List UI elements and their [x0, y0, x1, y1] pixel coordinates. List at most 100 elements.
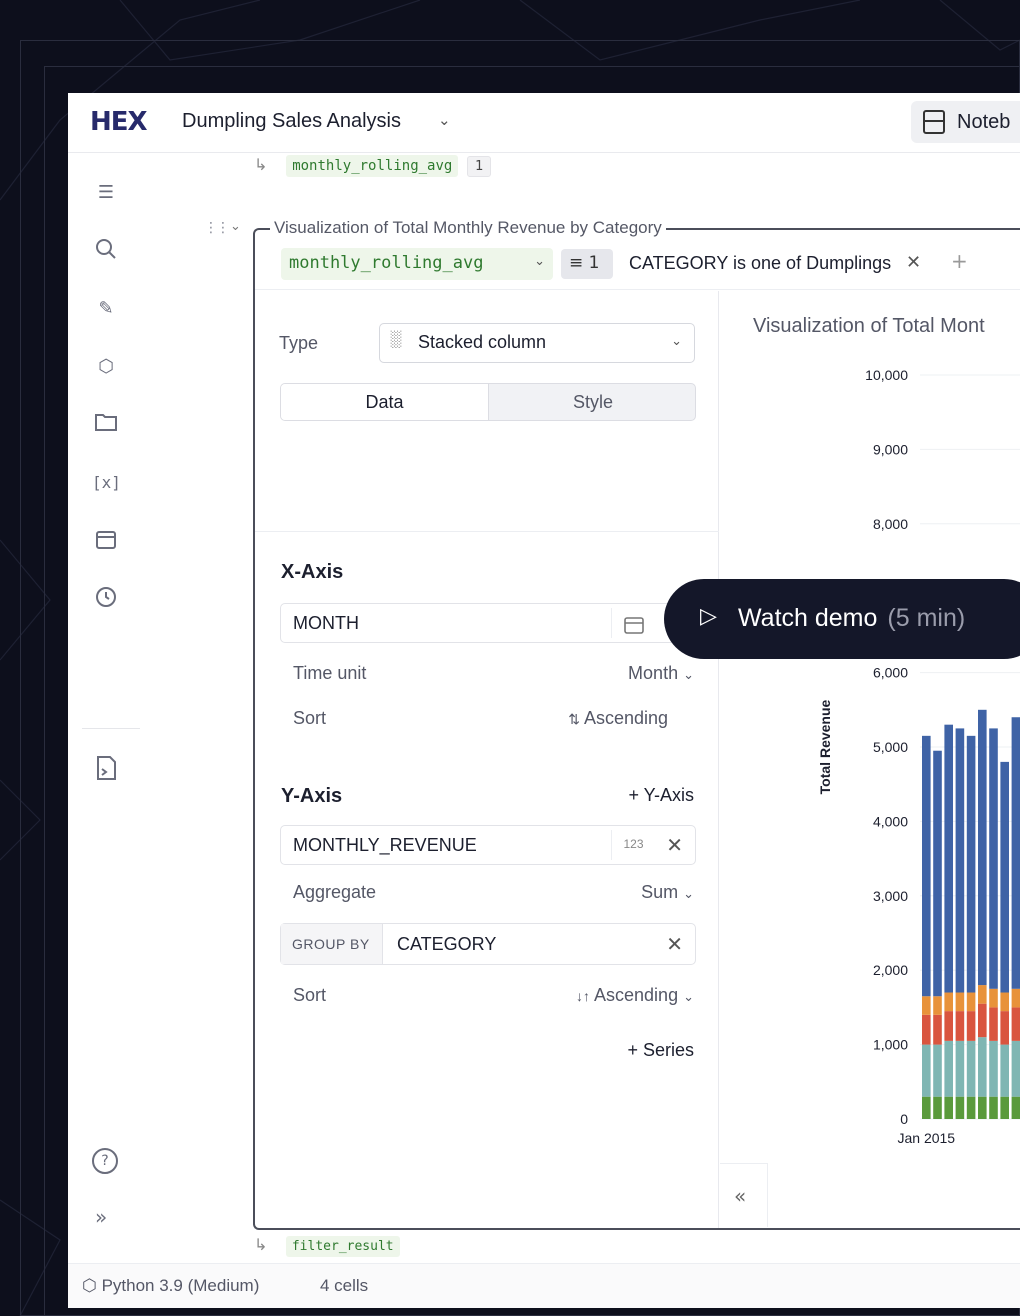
- calendar-glyph: [96, 531, 116, 549]
- double-chevron-left-icon: «: [734, 1184, 747, 1208]
- search-icon[interactable]: [92, 237, 120, 265]
- bar-segment: [978, 1096, 987, 1119]
- collapse-cell-icon[interactable]: ⌄: [230, 219, 241, 234]
- bar-segment: [922, 1096, 931, 1119]
- chevron-down-icon: ⌄: [671, 334, 682, 349]
- chart-title: Visualization of Total Mont: [753, 315, 985, 337]
- bar-segment: [1011, 1040, 1020, 1097]
- bar-segment: [1011, 988, 1020, 1008]
- config-tabs: Data Style: [280, 383, 696, 421]
- filter-count: 1: [588, 253, 600, 273]
- help-icon[interactable]: ?: [92, 1148, 118, 1174]
- y-tick-label: 0: [900, 1111, 908, 1127]
- outline-icon[interactable]: ☰: [92, 179, 120, 207]
- app-builder-icon[interactable]: [92, 755, 120, 783]
- group-by-field[interactable]: GROUP BY CATEGORY ✕: [280, 923, 696, 965]
- time-unit-select[interactable]: Month ⌄: [628, 663, 694, 684]
- expand-sidebar-icon[interactable]: »: [95, 1205, 107, 1229]
- bar-segment: [1000, 761, 1009, 993]
- bar-segment: [989, 728, 998, 989]
- x-axis-field-value: MONTH: [293, 613, 359, 633]
- chevron-down-icon: ⌄: [683, 990, 694, 1005]
- schedule-icon[interactable]: [92, 527, 120, 555]
- variable-chip[interactable]: monthly_rolling_avg: [286, 155, 459, 177]
- stacked-column-icon: ░: [390, 331, 402, 348]
- history-glyph: [96, 587, 116, 607]
- add-y-axis-button[interactable]: + Y-Axis: [628, 785, 694, 806]
- project-title[interactable]: Dumpling Sales Analysis: [182, 110, 401, 133]
- chevron-down-icon: ⌄: [683, 887, 694, 902]
- status-bar: ⬡ Python 3.9 (Medium) 4 cells: [68, 1263, 1020, 1308]
- demo-label: Watch demo: [738, 604, 878, 632]
- variable-chip[interactable]: filter_result: [285, 1236, 400, 1257]
- bar-segment: [989, 1096, 998, 1119]
- bar-segment: [944, 1040, 953, 1097]
- add-series-button[interactable]: + Series: [627, 1040, 694, 1061]
- return-arrow-icon: ↳: [254, 1235, 268, 1254]
- return-arrow-icon: ↳: [254, 155, 268, 174]
- y-axis-label: Total Revenue: [817, 699, 833, 794]
- history-icon[interactable]: [92, 585, 120, 613]
- collapse-config-button[interactable]: «: [720, 1163, 768, 1227]
- header-divider: [255, 289, 1020, 290]
- dataframe-name: monthly_rolling_avg: [289, 253, 484, 273]
- bar-segment: [966, 1011, 976, 1041]
- kernel-env-label: Python 3.9 (Medium): [101, 1276, 260, 1295]
- bar-segment: [978, 1037, 987, 1097]
- chevron-down-icon[interactable]: ⌄: [438, 111, 451, 129]
- x-sort-value: Ascending: [583, 708, 668, 728]
- calendar-glyph: [623, 617, 644, 634]
- dataframe-select[interactable]: monthly_rolling_avg ⌄: [281, 248, 553, 280]
- bar-segment: [978, 709, 987, 986]
- folder-icon[interactable]: [92, 411, 120, 439]
- cell-title[interactable]: Visualization of Total Monthly Revenue b…: [270, 218, 666, 238]
- stacked-column-chart: 0 1,000 2,000 3,000 4,000 5,000 6,000 8,000 9,00…: [817, 367, 1020, 1146]
- bar-segment: [1000, 1011, 1009, 1045]
- notebook-view-button[interactable]: Noteb: [911, 101, 1020, 143]
- notebook-button-label: Noteb: [957, 111, 1011, 133]
- numeric-type-badge: 123: [611, 830, 655, 860]
- bar-segment: [966, 992, 976, 1012]
- hex-logo[interactable]: HEX: [90, 107, 148, 137]
- bar-segment: [944, 1011, 953, 1041]
- bar-segment: [989, 988, 998, 1008]
- demo-duration: (5 min): [887, 604, 966, 632]
- filter-icon: ≡: [569, 253, 584, 273]
- aggregate-select[interactable]: Sum ⌄: [641, 882, 694, 903]
- kernel-env[interactable]: ⬡ Python 3.9 (Medium): [82, 1276, 259, 1296]
- y-axis-field[interactable]: MONTHLY_REVENUE 123 ✕: [280, 825, 696, 865]
- bar-segment: [978, 985, 987, 1004]
- time-unit-value: Month: [628, 663, 679, 683]
- bar-segment: [944, 1096, 953, 1119]
- calendar-icon: [611, 608, 655, 638]
- y-sort-select[interactable]: ↓↑ Ascending ⌄: [576, 985, 694, 1006]
- type-label: Type: [279, 333, 319, 353]
- cube-icon[interactable]: ⬡: [92, 353, 120, 381]
- y-sort-label: Sort: [293, 985, 327, 1005]
- y-axis-field-value: MONTHLY_REVENUE: [293, 835, 477, 855]
- drag-handle-icon[interactable]: ⋮⋮: [204, 220, 230, 236]
- add-filter-icon[interactable]: +: [951, 249, 968, 273]
- watch-demo-button[interactable]: ▷ Watch demo (5 min): [664, 579, 1020, 659]
- folder-glyph: [95, 414, 117, 431]
- sidebar-divider: [82, 728, 140, 729]
- y-tick-label: 5,000: [873, 739, 908, 755]
- x-sort-select[interactable]: ⇅ Ascending: [568, 708, 668, 729]
- close-icon[interactable]: ✕: [906, 252, 921, 273]
- x-axis-field[interactable]: MONTH ✕: [280, 603, 696, 643]
- bar-segment: [1000, 1096, 1009, 1119]
- y-axis-heading: Y-Axis: [281, 785, 343, 807]
- close-icon[interactable]: ✕: [666, 833, 683, 858]
- close-icon[interactable]: ✕: [666, 932, 683, 956]
- tab-style[interactable]: Style: [489, 384, 695, 420]
- filter-count-button[interactable]: ≡ 1: [561, 249, 613, 279]
- edit-lightning-icon[interactable]: ✎: [92, 295, 120, 323]
- chart-type-select[interactable]: ░ Stacked column ⌄: [379, 323, 695, 363]
- y-tick-label: 6,000: [873, 665, 908, 681]
- filter-chip[interactable]: CATEGORY is one of Dumplings: [629, 253, 891, 274]
- chevron-down-icon: ⌄: [534, 254, 545, 269]
- tab-data[interactable]: Data: [281, 384, 489, 420]
- variables-icon[interactable]: [x]: [92, 469, 121, 497]
- bar-segment: [1011, 717, 1020, 989]
- y-tick-label: 2,000: [873, 962, 908, 978]
